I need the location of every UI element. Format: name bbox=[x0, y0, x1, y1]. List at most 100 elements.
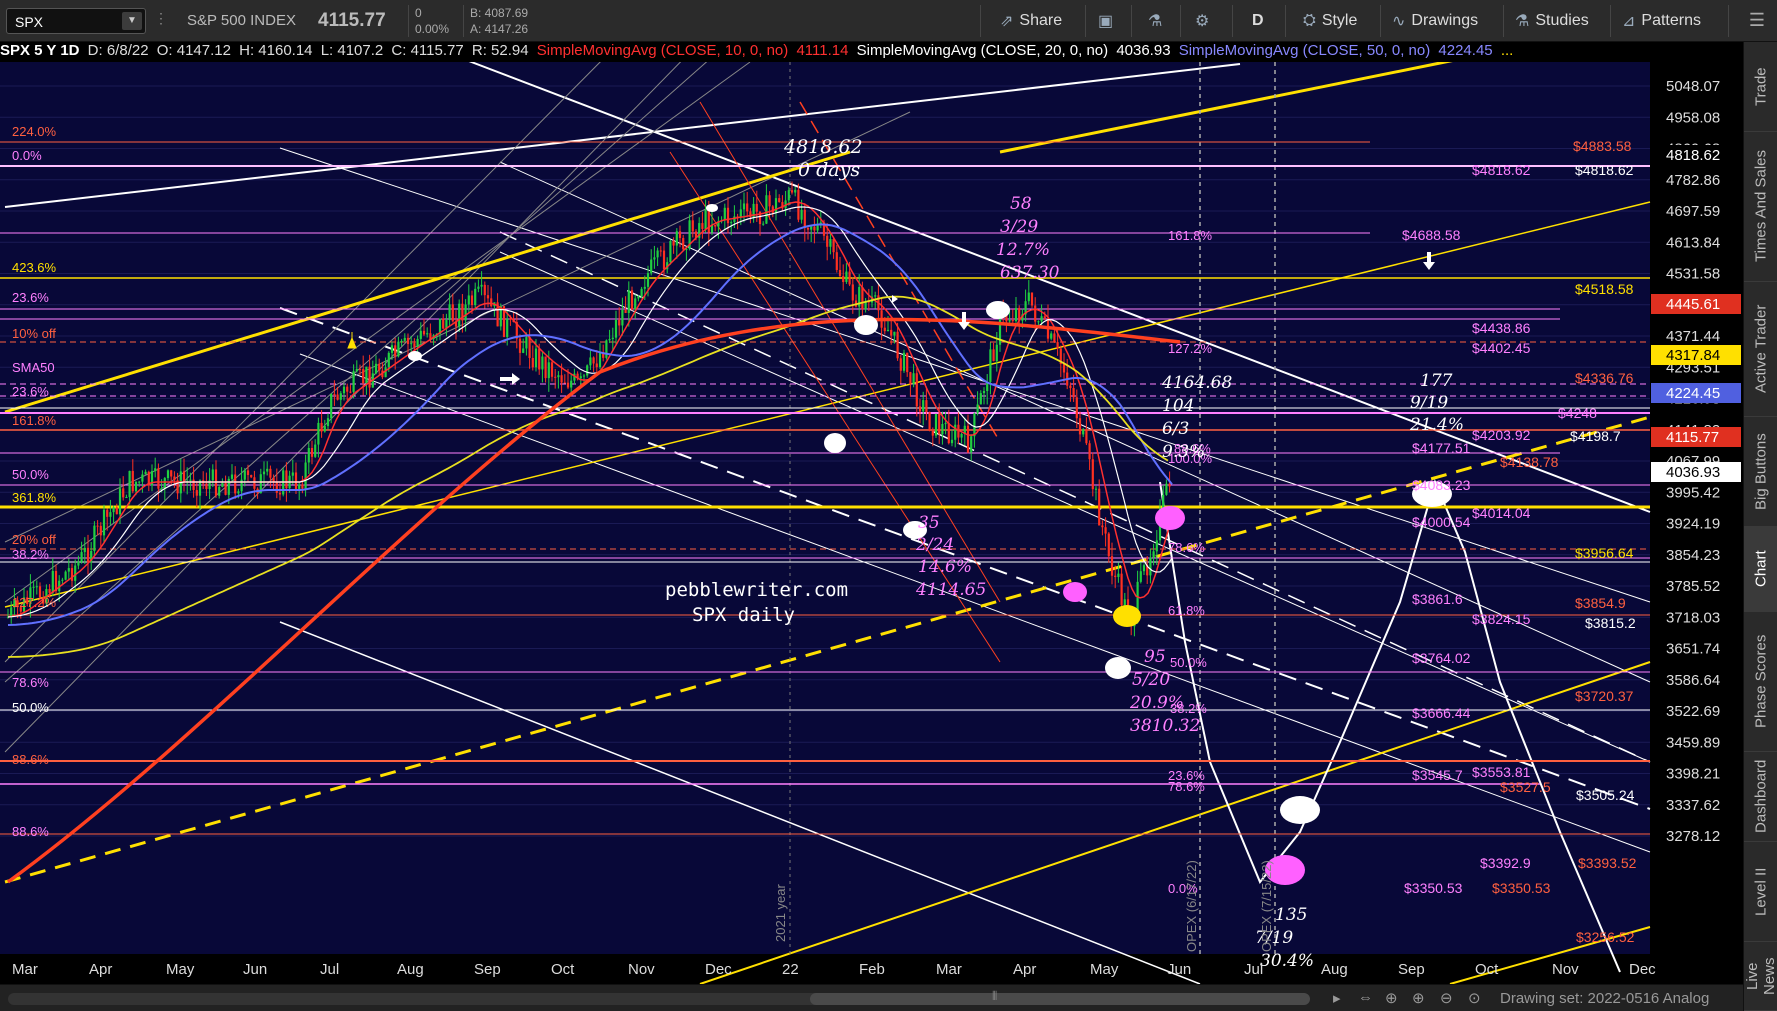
right-level-label: $3392.9 bbox=[1480, 855, 1531, 871]
candle-body bbox=[467, 295, 470, 305]
left-level-label: 20% off bbox=[12, 532, 56, 547]
candle-body bbox=[1142, 565, 1146, 572]
price-tick: 3459.89 bbox=[1666, 734, 1720, 751]
annotation-line: 135 bbox=[1275, 905, 1307, 925]
time-tick: Mar bbox=[12, 961, 38, 978]
style-icon: ⛭ bbox=[1303, 12, 1316, 29]
candle-body bbox=[816, 224, 819, 231]
yellow-trendline bbox=[999, 58, 1456, 154]
candle-body bbox=[691, 220, 694, 232]
sidebar-tab-level-ii[interactable]: Level II bbox=[1744, 842, 1777, 942]
candle-body bbox=[586, 365, 589, 376]
candle-body bbox=[221, 482, 224, 487]
top-price-label: 4818.62 bbox=[783, 136, 863, 158]
zoom-out-icon[interactable]: ⊖ bbox=[1440, 989, 1453, 1007]
style-button[interactable]: ⛭ Style bbox=[1303, 8, 1357, 34]
zoom-area-icon[interactable]: ⊕ bbox=[1385, 989, 1398, 1007]
right-level-label: $3545.7 bbox=[1412, 767, 1463, 783]
sidebar-tab-dashboard[interactable]: Dashboard bbox=[1744, 752, 1777, 842]
candle-body bbox=[826, 235, 829, 247]
scrollbar-thumb[interactable] bbox=[810, 993, 1310, 1005]
candle-body bbox=[525, 336, 528, 349]
candle-body bbox=[842, 276, 845, 282]
symbol-dropdown-icon[interactable]: ▼ bbox=[122, 12, 142, 30]
sidebar-tab-chart[interactable]: Chart bbox=[1744, 527, 1777, 612]
right-level-label: $4883.58 bbox=[1573, 138, 1632, 154]
marker bbox=[824, 433, 846, 453]
sma50-study[interactable]: SimpleMovingAvg (CLOSE, 50, 0, no) bbox=[1179, 42, 1431, 59]
ask-value: A: 4147.26 bbox=[470, 22, 529, 36]
divider bbox=[1085, 5, 1086, 37]
candle-body bbox=[595, 363, 598, 368]
sidebar-tab-trade[interactable]: Trade bbox=[1744, 42, 1777, 132]
reset-zoom-icon[interactable]: ⊙ bbox=[1468, 989, 1481, 1007]
drawing-set-label[interactable]: Drawing set: 2022-0516 Analog bbox=[1500, 990, 1709, 1007]
candle-body bbox=[1072, 387, 1075, 398]
annotation-line: 637.30 bbox=[1000, 263, 1060, 283]
candle-body bbox=[787, 190, 790, 201]
right-level-label: $4014.04 bbox=[1472, 505, 1531, 521]
style-label: Style bbox=[1321, 12, 1358, 29]
candle-body bbox=[992, 349, 995, 362]
sidebar-tab-times-and-sales[interactable]: Times And Sales bbox=[1744, 132, 1777, 282]
candle-body bbox=[531, 357, 534, 368]
sma10-study[interactable]: SimpleMovingAvg (CLOSE, 10, 0, no) bbox=[537, 42, 789, 59]
sidebar-tab-phase-scores[interactable]: Phase Scores bbox=[1744, 612, 1777, 752]
patterns-button[interactable]: ⊿ Patterns bbox=[1622, 8, 1701, 34]
studies-button[interactable]: ⚗ Studies bbox=[1515, 8, 1589, 34]
scroll-grip-icon[interactable]: ⦀ bbox=[992, 989, 997, 1004]
symbol-description: S&P 500 INDEX bbox=[187, 12, 296, 29]
annotation-line: 21.4% bbox=[1409, 415, 1464, 435]
candle-body bbox=[1152, 551, 1155, 558]
candle-body bbox=[970, 436, 973, 453]
candle-body bbox=[400, 340, 403, 342]
yellow-trendline bbox=[4, 150, 851, 414]
candle-body bbox=[70, 568, 74, 581]
snapshot-button[interactable]: ▣ bbox=[1098, 8, 1113, 34]
candle-body bbox=[618, 319, 621, 326]
share-button[interactable]: ⇗ Share bbox=[1000, 8, 1062, 34]
aggregation-button[interactable]: D bbox=[1252, 8, 1264, 34]
ohlc-open: O: 4147.12 bbox=[156, 42, 231, 59]
settings-button[interactable]: ⚙ bbox=[1195, 8, 1209, 34]
price-tick: 4531.58 bbox=[1666, 266, 1720, 283]
time-tick: Sep bbox=[1398, 961, 1425, 978]
menu-icon[interactable]: ☰ bbox=[1749, 10, 1765, 31]
candle-body bbox=[99, 525, 102, 536]
right-level-label: $4518.58 bbox=[1575, 281, 1634, 297]
link-icon[interactable]: ⋮ bbox=[154, 10, 168, 32]
fib-label: 78.6% bbox=[1168, 540, 1205, 555]
sidebar-tab-active-trader[interactable]: Active Trader bbox=[1744, 282, 1777, 417]
flask-icon: ⚗ bbox=[1515, 13, 1530, 30]
symbol-input[interactable]: SPX ▼ bbox=[6, 8, 146, 34]
scroll-right-icon[interactable]: ▸ bbox=[1333, 989, 1341, 1007]
price-chart[interactable]: SPX 5 Y 1D D: 6/8/22 O: 4147.12 H: 4160.… bbox=[0, 42, 1743, 984]
chart-canvas[interactable]: 224.0% 0.0% 423.6% 23.6% 10% off SMA50 23.6% 16… bbox=[0, 42, 1743, 984]
candle-body bbox=[474, 288, 477, 306]
divider bbox=[1285, 5, 1286, 37]
candle-body bbox=[230, 474, 234, 479]
candle-body bbox=[790, 190, 794, 193]
candle-body bbox=[442, 318, 445, 329]
candle-body bbox=[1069, 385, 1072, 388]
candle-body bbox=[746, 203, 749, 212]
sidebar-tab-live-news[interactable]: Live News bbox=[1744, 942, 1777, 1011]
candle-body bbox=[310, 448, 314, 457]
drawings-button[interactable]: ∿ Drawings bbox=[1392, 8, 1478, 34]
sma20-study[interactable]: SimpleMovingAvg (CLOSE, 20, 0, no) bbox=[857, 42, 1109, 59]
candle-body bbox=[672, 241, 675, 246]
more-studies[interactable]: ... bbox=[1501, 42, 1514, 59]
candle-body bbox=[550, 362, 554, 377]
sidebar-tab-big-buttons[interactable]: Big Buttons bbox=[1744, 417, 1777, 527]
zoom-in-icon[interactable]: ⊕ bbox=[1412, 989, 1425, 1007]
expand-icon[interactable]: ⇔ bbox=[1358, 989, 1373, 1006]
annotation-35: 35 2/24 14.6% 4114.65 bbox=[915, 513, 986, 600]
candle-body bbox=[419, 330, 422, 339]
candle-body bbox=[272, 477, 275, 482]
candle-body bbox=[835, 252, 838, 270]
candle-body bbox=[925, 400, 928, 413]
trendline bbox=[499, 161, 1651, 683]
left-level-label: 38.2% bbox=[12, 547, 49, 562]
right-sidebar: Trade Times And Sales Active Trader Big But… bbox=[1743, 42, 1777, 1011]
experiment-button[interactable]: ⚗ bbox=[1148, 8, 1162, 34]
